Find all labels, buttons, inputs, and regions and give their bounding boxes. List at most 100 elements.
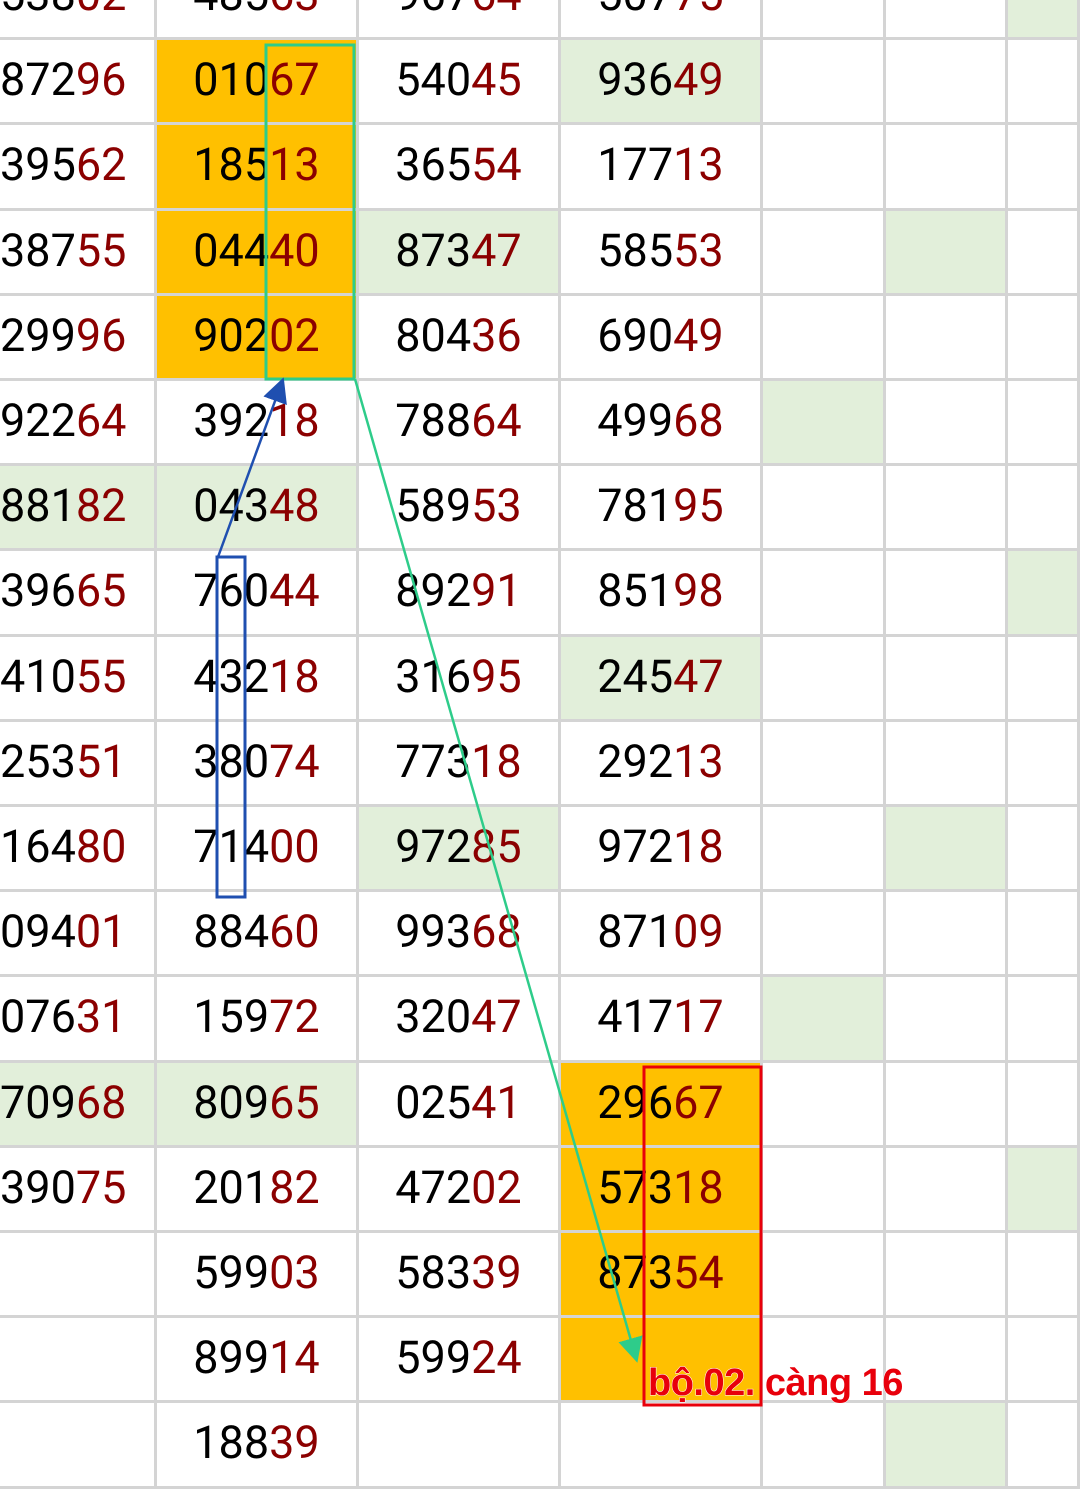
grid-cell[interactable]: 49968 [561, 381, 763, 467]
grid-cell[interactable] [1008, 295, 1080, 381]
grid-cell[interactable] [763, 210, 886, 296]
grid-cell[interactable]: 39075 [0, 1147, 157, 1233]
grid-cell[interactable]: 04440 [157, 210, 359, 296]
grid-cell[interactable] [0, 1403, 157, 1489]
grid-cell[interactable] [1008, 40, 1080, 126]
grid-cell[interactable] [763, 807, 886, 893]
grid-cell[interactable]: 09401 [0, 892, 157, 978]
grid-cell[interactable] [886, 1233, 1008, 1319]
grid-cell[interactable] [763, 551, 886, 637]
grid-cell[interactable]: 85198 [561, 551, 763, 637]
grid-cell[interactable] [1008, 381, 1080, 467]
grid-cell[interactable]: 93649 [561, 40, 763, 126]
grid-cell[interactable] [763, 1147, 886, 1233]
grid-cell[interactable] [1008, 636, 1080, 722]
grid-cell[interactable] [1008, 977, 1080, 1063]
grid-cell[interactable]: 39665 [0, 551, 157, 637]
grid-cell[interactable]: 77318 [359, 721, 561, 807]
grid-cell[interactable]: 53802 [0, 0, 157, 41]
grid-cell[interactable] [0, 1318, 157, 1404]
grid-cell[interactable]: 17713 [561, 125, 763, 211]
grid-cell[interactable]: 18839 [157, 1403, 359, 1489]
grid-cell[interactable] [886, 551, 1008, 637]
grid-cell[interactable] [763, 892, 886, 978]
grid-cell[interactable]: 38074 [157, 721, 359, 807]
grid-cell[interactable] [763, 1233, 886, 1319]
grid-cell[interactable] [886, 721, 1008, 807]
grid-cell[interactable]: 88460 [157, 892, 359, 978]
grid-cell[interactable]: 76044 [157, 551, 359, 637]
grid-cell[interactable]: 39218 [157, 381, 359, 467]
grid-cell[interactable]: 80436 [359, 295, 561, 381]
grid-cell[interactable] [886, 381, 1008, 467]
grid-cell[interactable]: 39562 [0, 125, 157, 211]
grid-cell[interactable] [763, 1062, 886, 1148]
grid-cell[interactable]: 54045 [359, 40, 561, 126]
grid-cell[interactable]: 32047 [359, 977, 561, 1063]
grid-cell[interactable] [1008, 1403, 1080, 1489]
grid-cell[interactable] [763, 466, 886, 552]
grid-cell[interactable]: 59924 [359, 1318, 561, 1404]
grid-cell[interactable]: 99368 [359, 892, 561, 978]
grid-cell[interactable] [763, 40, 886, 126]
grid-cell[interactable]: 97218 [561, 807, 763, 893]
grid-cell[interactable]: 70968 [0, 1062, 157, 1148]
grid-cell[interactable] [1008, 892, 1080, 978]
grid-cell[interactable] [1008, 1147, 1080, 1233]
grid-cell[interactable] [886, 636, 1008, 722]
grid-cell[interactable]: 78864 [359, 381, 561, 467]
grid-cell[interactable]: 01067 [157, 40, 359, 126]
grid-cell[interactable] [763, 636, 886, 722]
grid-cell[interactable]: 29213 [561, 721, 763, 807]
grid-cell[interactable]: 59903 [157, 1233, 359, 1319]
grid-cell[interactable]: 87109 [561, 892, 763, 978]
grid-cell[interactable] [1008, 0, 1080, 41]
grid-cell[interactable]: 90202 [157, 295, 359, 381]
grid-cell[interactable] [886, 1062, 1008, 1148]
grid-cell[interactable]: 89914 [157, 1318, 359, 1404]
grid-cell[interactable]: 80965 [157, 1062, 359, 1148]
grid-cell[interactable]: 15972 [157, 977, 359, 1063]
grid-cell[interactable] [886, 1147, 1008, 1233]
grid-cell[interactable]: 97285 [359, 807, 561, 893]
grid-cell[interactable]: 87354 [561, 1233, 763, 1319]
grid-cell[interactable] [1008, 807, 1080, 893]
grid-cell[interactable] [1008, 551, 1080, 637]
grid-cell[interactable]: 89291 [359, 551, 561, 637]
grid-cell[interactable]: 57318 [561, 1147, 763, 1233]
grid-cell[interactable]: 16480 [0, 807, 157, 893]
grid-cell[interactable]: 02541 [359, 1062, 561, 1148]
grid-cell[interactable] [1008, 125, 1080, 211]
grid-cell[interactable]: 41055 [0, 636, 157, 722]
grid-cell[interactable] [0, 1233, 157, 1319]
grid-cell[interactable] [561, 1403, 763, 1489]
grid-cell[interactable] [763, 977, 886, 1063]
grid-cell[interactable] [886, 40, 1008, 126]
grid-cell[interactable] [886, 807, 1008, 893]
grid-cell[interactable]: 38755 [0, 210, 157, 296]
grid-cell[interactable]: 43218 [157, 636, 359, 722]
grid-cell[interactable] [886, 0, 1008, 41]
grid-cell[interactable]: 50775 [561, 0, 763, 41]
grid-cell[interactable] [886, 295, 1008, 381]
grid-cell[interactable]: 69049 [561, 295, 763, 381]
grid-cell[interactable]: 58339 [359, 1233, 561, 1319]
grid-cell[interactable]: 47202 [359, 1147, 561, 1233]
grid-cell[interactable] [763, 1403, 886, 1489]
grid-cell[interactable] [1008, 466, 1080, 552]
grid-cell[interactable] [763, 295, 886, 381]
grid-cell[interactable]: 20182 [157, 1147, 359, 1233]
grid-cell[interactable] [763, 125, 886, 211]
grid-cell[interactable] [359, 1403, 561, 1489]
grid-cell[interactable]: 07631 [0, 977, 157, 1063]
grid-cell[interactable] [886, 125, 1008, 211]
grid-cell[interactable]: 29667 [561, 1062, 763, 1148]
grid-cell[interactable]: 71400 [157, 807, 359, 893]
grid-cell[interactable]: 18513 [157, 125, 359, 211]
grid-cell[interactable] [1008, 1233, 1080, 1319]
grid-cell[interactable]: 29996 [0, 295, 157, 381]
grid-cell[interactable]: 87347 [359, 210, 561, 296]
grid-cell[interactable] [886, 1318, 1008, 1404]
grid-cell[interactable]: 78195 [561, 466, 763, 552]
grid-cell[interactable] [1008, 210, 1080, 296]
